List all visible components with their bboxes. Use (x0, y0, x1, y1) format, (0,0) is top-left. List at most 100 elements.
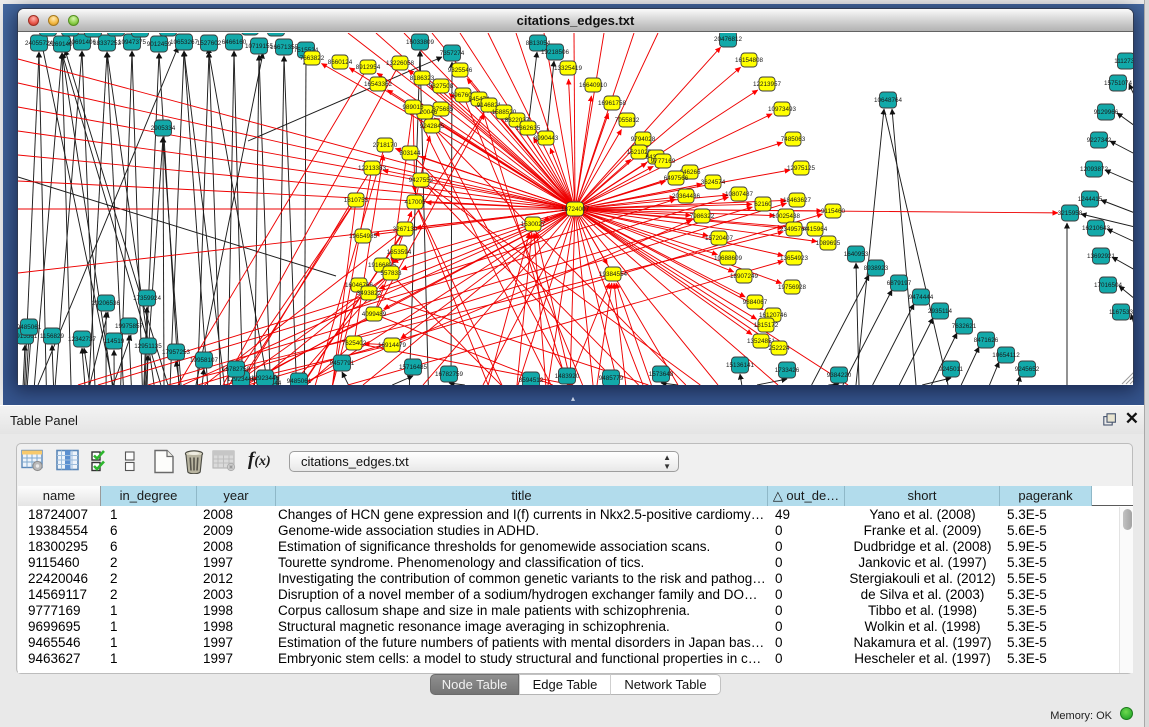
svg-text:9474444: 9474444 (909, 294, 934, 301)
svg-text:16210643: 16210643 (1082, 225, 1111, 232)
svg-text:9485779: 9485779 (599, 375, 624, 382)
svg-text:1815172: 1815172 (754, 322, 779, 329)
svg-text:10688609: 10688609 (714, 255, 743, 262)
svg-text:9777169: 9777169 (651, 158, 676, 165)
svg-text:10958107: 10958107 (190, 357, 219, 364)
svg-text:9327508: 9327508 (429, 83, 454, 90)
svg-text:1353594: 1353594 (387, 249, 412, 256)
svg-text:1112733: 1112733 (1114, 58, 1133, 65)
svg-text:7055812: 7055812 (615, 117, 640, 124)
svg-text:12213383: 12213383 (358, 165, 387, 172)
svg-text:1527602: 1527602 (197, 40, 222, 47)
svg-text:9245011: 9245011 (939, 366, 964, 373)
svg-text:7485063: 7485063 (781, 136, 806, 143)
svg-text:1362635: 1362635 (516, 125, 541, 132)
svg-text:1483920: 1483920 (555, 373, 580, 380)
svg-text:1156829: 1156829 (40, 333, 65, 340)
svg-text:252224: 252224 (768, 345, 790, 352)
svg-text:8594512: 8594512 (519, 377, 544, 384)
svg-text:19756928: 19756928 (778, 284, 807, 291)
svg-text:9242845: 9242845 (420, 123, 445, 130)
svg-text:13692921: 13692921 (1087, 253, 1116, 260)
svg-text:9427552: 9427552 (409, 177, 434, 184)
svg-text:18907249: 18907249 (730, 273, 759, 280)
svg-text:6497566: 6497566 (664, 175, 689, 182)
svg-text:6466160: 6466160 (222, 39, 247, 46)
svg-text:7357274: 7357274 (440, 50, 465, 57)
svg-text:15720407: 15720407 (705, 235, 734, 242)
svg-text:12975125: 12975125 (787, 165, 816, 172)
svg-text:417005: 417005 (404, 199, 426, 206)
svg-text:3624574: 3624574 (701, 179, 726, 186)
svg-text:12213957: 12213957 (753, 81, 782, 88)
svg-text:12951135: 12951135 (134, 343, 162, 350)
svg-text:17359924: 17359924 (133, 295, 162, 302)
svg-text:8912954: 8912954 (356, 64, 381, 71)
svg-text:19975857: 19975857 (115, 323, 144, 330)
svg-text:4415964: 4415964 (803, 226, 828, 233)
svg-text:13325419: 13325419 (554, 65, 583, 72)
svg-text:3267130: 3267130 (393, 226, 418, 233)
svg-text:1089695: 1089695 (816, 240, 841, 247)
svg-text:16543362: 16543362 (364, 81, 393, 88)
svg-text:803144: 803144 (399, 150, 421, 157)
svg-text:10648764: 10648764 (874, 97, 903, 104)
svg-text:17016504: 17016504 (1094, 282, 1123, 289)
svg-text:7986322: 7986322 (690, 213, 715, 220)
svg-text:1640953: 1640953 (844, 251, 869, 258)
svg-text:12093872: 12093872 (1080, 166, 1109, 173)
svg-text:20476812: 20476812 (714, 36, 743, 43)
svg-text:7632621: 7632621 (952, 323, 977, 330)
svg-text:9115460: 9115460 (821, 208, 846, 215)
svg-text:2905334: 2905334 (151, 125, 176, 132)
svg-text:7663822: 7663822 (300, 55, 325, 62)
svg-text:8186323: 8186323 (410, 75, 435, 82)
svg-text:9794028: 9794028 (631, 136, 656, 143)
svg-text:2718170: 2718170 (373, 142, 398, 149)
svg-text:8938923: 8938923 (864, 265, 889, 272)
svg-text:16640910: 16640910 (579, 82, 608, 89)
svg-text:62160: 62160 (754, 201, 772, 208)
svg-text:1733426: 1733426 (775, 367, 800, 374)
svg-text:10025438: 10025438 (772, 213, 801, 220)
svg-text:20206536: 20206536 (92, 300, 121, 307)
svg-text:3215958: 3215958 (1058, 210, 1083, 217)
svg-text:13654923: 13654923 (780, 255, 809, 262)
svg-text:1573648: 1573648 (649, 371, 674, 378)
svg-text:10807487: 10807487 (725, 191, 754, 198)
svg-text:8471626: 8471626 (974, 337, 999, 344)
svg-text:10654112: 10654112 (992, 352, 1020, 359)
svg-text:9325546: 9325546 (448, 67, 473, 74)
svg-text:1810755: 1810755 (344, 197, 369, 204)
svg-text:19384554: 19384554 (599, 271, 628, 278)
svg-text:12923446: 12923446 (251, 375, 280, 382)
svg-text:114519: 114519 (104, 338, 125, 345)
svg-text:1167533: 1167533 (1109, 309, 1133, 316)
svg-text:2935114: 2935114 (928, 308, 953, 315)
svg-text:4099489: 4099489 (362, 311, 387, 318)
svg-text:989015: 989015 (402, 104, 424, 111)
svg-text:1244415: 1244415 (1078, 196, 1103, 203)
svg-text:16154808: 16154808 (735, 57, 764, 64)
svg-text:18463627: 18463627 (783, 197, 812, 204)
svg-text:8660124: 8660124 (328, 59, 353, 66)
svg-text:9884067: 9884067 (743, 299, 768, 306)
svg-text:3493822: 3493822 (357, 290, 382, 297)
svg-text:10973493: 10973493 (768, 106, 797, 113)
svg-text:15136141: 15136141 (726, 362, 755, 369)
svg-text:16914479: 16914479 (378, 342, 407, 349)
svg-text:19218506: 19218506 (541, 49, 570, 56)
svg-text:9485061: 9485061 (287, 378, 312, 385)
svg-text:6879197: 6879197 (887, 280, 912, 287)
svg-text:15716485: 15716485 (399, 364, 428, 371)
svg-text:9227342: 9227342 (1087, 137, 1112, 144)
svg-text:9457791: 9457791 (330, 360, 355, 367)
svg-text:18724007: 18724007 (561, 206, 590, 213)
svg-text:9012459: 9012459 (147, 41, 172, 48)
svg-text:1530027: 1530027 (521, 221, 546, 228)
svg-text:8990443: 8990443 (534, 135, 559, 142)
svg-text:16033809: 16033809 (406, 39, 435, 46)
svg-text:12342737: 12342737 (68, 336, 97, 343)
svg-text:19654985: 19654985 (349, 233, 378, 240)
svg-text:7625402: 7625402 (342, 340, 367, 347)
